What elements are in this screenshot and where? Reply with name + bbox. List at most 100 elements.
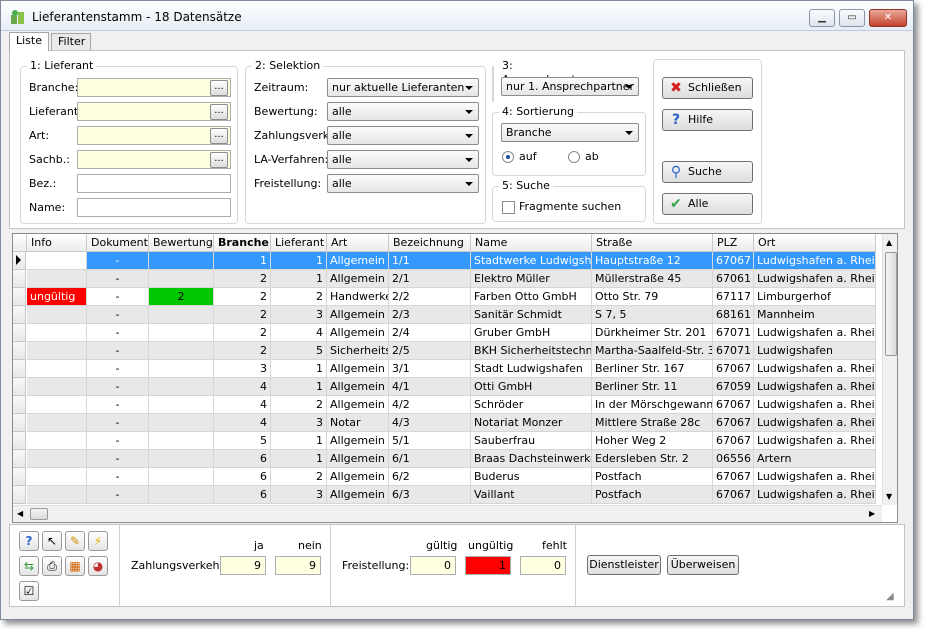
column-header[interactable]: Branche bbox=[214, 234, 271, 252]
scroll-thumb[interactable] bbox=[885, 252, 897, 356]
row-selector[interactable] bbox=[13, 414, 26, 432]
row-selector[interactable] bbox=[13, 252, 26, 270]
row-selector[interactable] bbox=[13, 468, 26, 486]
scroll-down-icon[interactable]: ▼ bbox=[886, 492, 892, 501]
table-row[interactable]: - 4 1 Allgemein 4/1 Otti GmbH Berliner Str. 11… bbox=[13, 378, 883, 396]
table-cell: Allgemein bbox=[327, 306, 389, 324]
table-row[interactable]: - 3 1 Allgemein 3/1 Stadt Ludwigshafen Berline… bbox=[13, 360, 883, 378]
title-bar[interactable]: Lieferantenstamm - 18 Datensätze ▁ ▭ ✕ bbox=[1, 1, 913, 31]
palette-icon[interactable]: ◕ bbox=[88, 556, 108, 576]
art-lookup-button[interactable]: ... bbox=[210, 128, 228, 144]
resize-grip-icon[interactable]: ◢ bbox=[886, 591, 894, 602]
table-row[interactable]: - 2 4 Allgemein 2/4 Gruber GmbH Dürkheimer Str… bbox=[13, 324, 883, 342]
row-selector[interactable] bbox=[13, 342, 26, 360]
row-selector[interactable] bbox=[13, 306, 26, 324]
zahlungsverk-select[interactable]: alle bbox=[327, 126, 479, 145]
column-header[interactable]: Dokumente bbox=[87, 234, 149, 252]
lightning-icon[interactable]: ⚡ bbox=[88, 531, 108, 551]
sortierung-select[interactable]: Branche bbox=[501, 123, 639, 142]
sort-desc-radio[interactable] bbox=[568, 151, 580, 163]
help-icon[interactable]: ? bbox=[19, 531, 39, 551]
zeitraum-select[interactable]: nur aktuelle Lieferanten bbox=[327, 78, 479, 97]
tab-liste[interactable]: Liste bbox=[9, 32, 49, 51]
sort-asc-radio[interactable] bbox=[502, 151, 514, 163]
table-row[interactable]: - 2 1 Allgemein 2/1 Elektro Müller Müllerstraß… bbox=[13, 270, 883, 288]
table-cell bbox=[27, 414, 87, 432]
maximize-button[interactable]: ▭ bbox=[839, 9, 865, 27]
checklist-icon[interactable]: ☑ bbox=[19, 581, 39, 601]
table-cell: Ludwigshafen a. Rhein bbox=[754, 270, 876, 288]
table-cell: 5 bbox=[271, 342, 327, 360]
refresh-icon[interactable]: ⇆ bbox=[19, 556, 39, 576]
table-cell bbox=[149, 414, 214, 432]
table-row[interactable]: - 5 1 Allgemein 5/1 Sauberfrau Hoher Weg 2 6706… bbox=[13, 432, 883, 450]
scroll-left-icon[interactable]: ◀ bbox=[17, 509, 23, 518]
column-header[interactable]: Lieferant bbox=[271, 234, 327, 252]
row-selector[interactable] bbox=[13, 450, 26, 468]
pencil-icon[interactable]: ✎ bbox=[65, 531, 85, 551]
table-row[interactable]: - 2 3 Allgemein 2/3 Sanitär Schmidt S 7, 5 6816… bbox=[13, 306, 883, 324]
row-selector[interactable] bbox=[13, 486, 26, 504]
lieferant-lookup-button[interactable]: ... bbox=[210, 104, 228, 120]
branche-input[interactable] bbox=[77, 78, 231, 97]
table-row[interactable]: -11Allgemein1/1Stadtwerke LudwigshafenHa… bbox=[13, 252, 883, 270]
alle-button[interactable]: ✔ Alle bbox=[662, 193, 753, 215]
fragmente-checkbox[interactable] bbox=[502, 201, 515, 214]
scroll-right-icon[interactable]: ▶ bbox=[869, 509, 875, 518]
print-icon[interactable]: ⎙ bbox=[42, 556, 62, 576]
la-verfahren-select[interactable]: alle bbox=[327, 150, 479, 169]
ueberweisen-button[interactable]: Überweisen bbox=[667, 555, 739, 575]
sachb-lookup-button[interactable]: ... bbox=[210, 152, 228, 168]
tab-filter[interactable]: Filter bbox=[51, 33, 91, 51]
dienstleister-button[interactable]: Dienstleister bbox=[587, 555, 661, 575]
row-selector[interactable] bbox=[13, 396, 26, 414]
schliessen-label: Schließen bbox=[688, 81, 742, 94]
lieferant-input[interactable] bbox=[77, 102, 231, 121]
freistellung-select[interactable]: alle bbox=[327, 174, 479, 193]
cursor-icon[interactable]: ↖ bbox=[42, 531, 62, 551]
table-cell: 3 bbox=[271, 306, 327, 324]
table-row[interactable]: - 61Allgemein6/1Braas Dachsteinwerke GmbH… bbox=[13, 450, 883, 468]
table-row[interactable]: - 6 3 Allgemein 6/3 Vaillant Postfach 67067 Ludw… bbox=[13, 486, 883, 504]
suche-group: 5: Suche Fragmente suchen bbox=[492, 179, 646, 222]
name-input[interactable] bbox=[77, 198, 231, 217]
scroll-up-icon[interactable]: ▲ bbox=[886, 238, 892, 247]
column-header[interactable]: PLZ bbox=[713, 234, 754, 252]
ansprechpartner-select[interactable]: nur 1. Ansprechpartner bbox=[501, 77, 639, 96]
column-header[interactable]: Art bbox=[327, 234, 389, 252]
branche-lookup-button[interactable]: ... bbox=[210, 80, 228, 96]
minimize-button[interactable]: ▁ bbox=[809, 9, 835, 27]
column-header[interactable]: Info bbox=[27, 234, 87, 252]
column-header[interactable]: Name bbox=[471, 234, 592, 252]
row-selector[interactable] bbox=[13, 270, 26, 288]
export-icon[interactable]: ▦ bbox=[65, 556, 85, 576]
bez-input[interactable] bbox=[77, 174, 231, 193]
table-row[interactable]: - 4 2 Allgemein 4/2 Schröder In der Mörschgewa… bbox=[13, 396, 883, 414]
zahlungsverk-value: alle bbox=[332, 129, 352, 142]
close-button[interactable]: ✕ bbox=[869, 9, 907, 27]
vertical-scrollbar[interactable]: ▲ ▼ bbox=[882, 234, 897, 505]
row-selector[interactable] bbox=[13, 360, 26, 378]
hilfe-button[interactable]: ? Hilfe bbox=[662, 109, 753, 131]
table-row[interactable]: - 4 3 Notar 4/3 Notariat Monzer Mittlere Straß… bbox=[13, 414, 883, 432]
row-selector[interactable] bbox=[13, 324, 26, 342]
column-header[interactable]: Straße bbox=[592, 234, 713, 252]
table-row[interactable]: ungültig-222Handwerker2/2Farben Otto Gmb… bbox=[13, 288, 883, 306]
schliessen-button[interactable]: ✖ Schließen bbox=[662, 77, 753, 99]
column-header[interactable]: Bezeichnung bbox=[389, 234, 471, 252]
art-input[interactable] bbox=[77, 126, 231, 145]
table-row[interactable]: - 25Sicherheitsdienst2/5BKH Sicherheitste… bbox=[13, 342, 883, 360]
sachb-input[interactable] bbox=[77, 150, 231, 169]
table-cell: 6 bbox=[214, 486, 271, 504]
column-header[interactable]: Ort bbox=[754, 234, 876, 252]
row-selector[interactable] bbox=[13, 378, 26, 396]
table-row[interactable]: - 6 2 Allgemein 6/2 Buderus Postfach 67067 Ludwi… bbox=[13, 468, 883, 486]
table-cell bbox=[149, 270, 214, 288]
row-selector[interactable] bbox=[13, 432, 26, 450]
row-selector[interactable] bbox=[13, 288, 26, 306]
column-header[interactable]: Bewertung bbox=[149, 234, 214, 252]
bewertung-select[interactable]: alle bbox=[327, 102, 479, 121]
hscroll-thumb[interactable] bbox=[30, 508, 48, 520]
suche-button[interactable]: ⚲ Suche bbox=[662, 161, 753, 183]
horizontal-scrollbar[interactable]: ◀ ▶ bbox=[13, 505, 882, 522]
